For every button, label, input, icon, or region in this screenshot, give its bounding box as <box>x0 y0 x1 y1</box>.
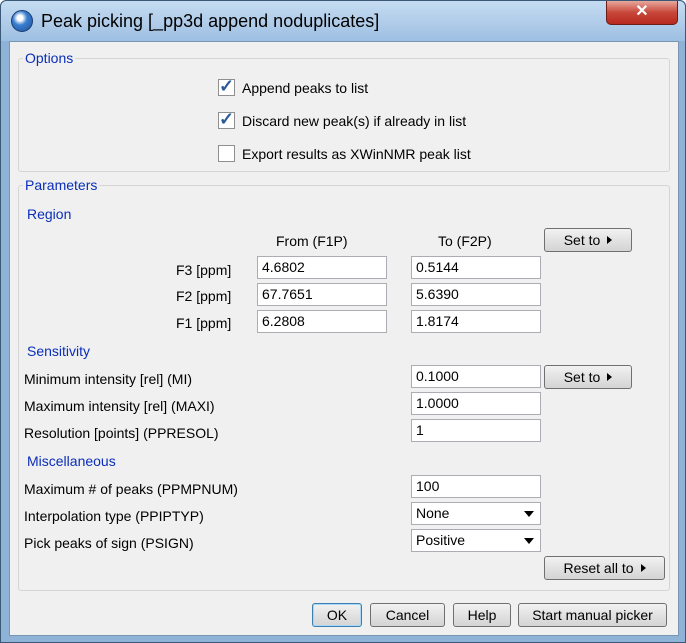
export-xwinnmr-checkbox[interactable] <box>218 145 235 162</box>
f2-from-field[interactable]: 67.7651 <box>257 283 387 306</box>
interpolation-select[interactable]: None <box>411 502 541 525</box>
resolution-label: Resolution [points] (PPRESOL) <box>24 425 219 441</box>
f1-label: F1 [ppm] <box>176 315 232 331</box>
arrow-right-icon <box>640 564 646 572</box>
chevron-down-icon <box>524 538 534 544</box>
f2-to-field[interactable]: 5.6390 <box>411 283 541 306</box>
export-xwinnmr-label: Export results as XWinNMR peak list <box>242 146 471 162</box>
checkmark-icon: ✓ <box>219 76 235 96</box>
append-peaks-checkbox[interactable]: ✓ <box>218 76 235 96</box>
f3-label: F3 [ppm] <box>176 262 232 278</box>
min-intensity-label: Minimum intensity [rel] (MI) <box>24 371 193 387</box>
cancel-button[interactable]: Cancel <box>370 603 445 627</box>
region-label: Region <box>27 206 72 222</box>
sensitivity-label: Sensitivity <box>27 343 91 359</box>
dialog-body: Options ✓ Append peaks to list ✓ Discard… <box>9 41 679 636</box>
options-group: Options ✓ Append peaks to list ✓ Discard… <box>18 50 670 172</box>
interpolation-label: Interpolation type (PPIPTYP) <box>24 508 204 524</box>
start-manual-picker-button[interactable]: Start manual picker <box>518 603 667 627</box>
app-logo-icon <box>11 10 33 32</box>
sensitivity-set-to-button[interactable]: Set to <box>544 365 632 389</box>
arrow-right-icon <box>607 236 613 244</box>
max-peaks-label: Maximum # of peaks (PPMPNUM) <box>24 481 238 497</box>
title-bar[interactable]: Peak picking [_pp3d append noduplicates]… <box>1 1 685 41</box>
f3-from-field[interactable]: 4.6802 <box>257 256 387 279</box>
checkmark-icon: ✓ <box>219 109 235 129</box>
options-title: Options <box>23 50 76 66</box>
f1-from-field[interactable]: 6.2808 <box>257 310 387 333</box>
ok-button[interactable]: OK <box>312 603 362 627</box>
chevron-down-icon <box>524 511 534 517</box>
dialog-window: Peak picking [_pp3d append noduplicates]… <box>0 0 686 643</box>
miscellaneous-label: Miscellaneous <box>27 453 116 469</box>
f3-to-field[interactable]: 0.5144 <box>411 256 541 279</box>
peak-sign-select[interactable]: Positive <box>411 529 541 552</box>
discard-duplicates-label: Discard new peak(s) if already in list <box>242 113 467 129</box>
append-peaks-label: Append peaks to list <box>242 80 369 96</box>
close-button[interactable]: ✕ <box>606 1 678 25</box>
discard-duplicates-checkbox[interactable]: ✓ <box>218 109 235 129</box>
reset-all-to-button[interactable]: Reset all to <box>544 556 665 580</box>
window-title: Peak picking [_pp3d append noduplicates] <box>41 11 380 31</box>
help-button[interactable]: Help <box>453 603 511 627</box>
max-intensity-label: Maximum intensity [rel] (MAXI) <box>24 398 215 414</box>
arrow-right-icon <box>607 373 613 381</box>
max-intensity-field[interactable]: 1.0000 <box>411 392 541 415</box>
resolution-field[interactable]: 1 <box>411 419 541 442</box>
f1-to-field[interactable]: 1.8174 <box>411 310 541 333</box>
parameters-title: Parameters <box>23 177 100 193</box>
peak-sign-label: Pick peaks of sign (PSIGN) <box>24 535 194 551</box>
to-column-header: To (F2P) <box>438 233 492 249</box>
f2-label: F2 [ppm] <box>176 288 232 304</box>
max-peaks-field[interactable]: 100 <box>411 475 541 498</box>
region-set-to-button[interactable]: Set to <box>544 228 632 252</box>
from-column-header: From (F1P) <box>276 233 348 249</box>
min-intensity-field[interactable]: 0.1000 <box>411 365 541 388</box>
